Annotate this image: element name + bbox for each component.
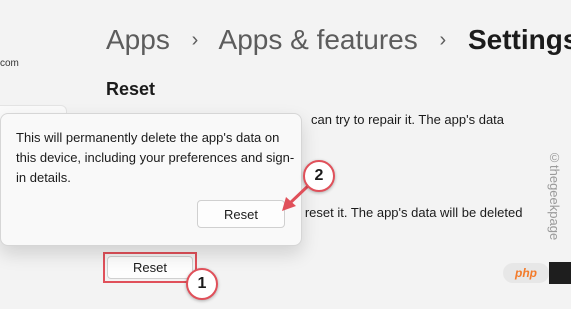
highlight-box	[103, 252, 197, 283]
page-title: Settings	[467, 24, 571, 55]
dark-corner-block	[549, 262, 571, 284]
php-logo: php	[503, 263, 549, 283]
reset-confirmation-flyout: This will permanently delete the app's d…	[0, 113, 302, 246]
watermark-text: ©thegeekpage	[547, 150, 562, 241]
step-2-badge: 2	[303, 160, 335, 192]
confirm-reset-button[interactable]: Reset	[197, 200, 285, 228]
step-1-badge: 1	[186, 268, 218, 300]
reset-description: t, reset it. The app's data will be dele…	[294, 205, 523, 220]
reset-section-title: Reset	[106, 79, 156, 99]
partial-sidebar-text: com	[0, 58, 19, 69]
flyout-message: This will permanently delete the app's d…	[16, 130, 295, 185]
breadcrumb: Apps › Apps & features › Settings	[106, 22, 571, 61]
repair-description: can try to repair it. The app's data	[311, 112, 505, 127]
breadcrumb-separator: ›	[191, 29, 199, 51]
breadcrumb-apps-features[interactable]: Apps & features	[219, 24, 418, 55]
breadcrumb-separator: ›	[439, 29, 447, 51]
breadcrumb-apps[interactable]: Apps	[106, 24, 170, 55]
